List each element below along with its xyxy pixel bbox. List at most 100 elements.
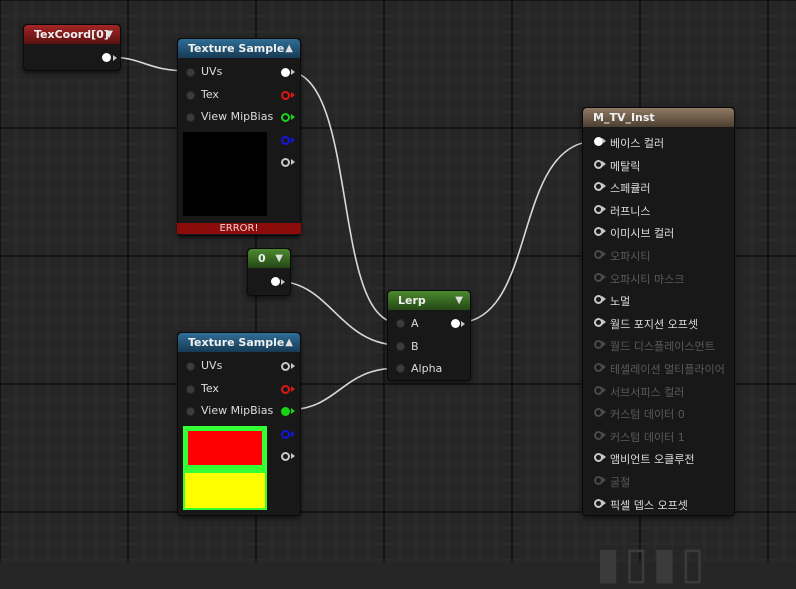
material-pin-label: 이미시브 컬러	[610, 227, 675, 241]
texcoord-node-title: TexCoord[0]	[34, 28, 109, 41]
texture-sample-2-mipbias-label: View MipBias	[201, 404, 274, 417]
lerp-b-pin[interactable]	[396, 342, 405, 351]
output-arrow-icon	[291, 137, 295, 143]
texture-sample-2-r-output-pin[interactable]	[281, 385, 290, 394]
texture-sample-2-uvs-pin[interactable]	[186, 362, 195, 371]
input-arrow-icon	[602, 318, 606, 325]
input-arrow-icon	[602, 273, 606, 280]
texcoord-node[interactable]: TexCoord[0] ▼	[23, 24, 121, 71]
output-arrow-icon	[291, 453, 295, 459]
texture-sample-1-preview	[183, 132, 267, 216]
material-pin-label: 앰비언트 오클루전	[610, 453, 695, 467]
texture-sample-2-tex-pin[interactable]	[186, 385, 195, 394]
input-arrow-icon	[602, 228, 606, 235]
material-node-header[interactable]: M_TV_Inst	[583, 108, 734, 127]
texture-sample-1-b-output-pin[interactable]	[281, 136, 290, 145]
texture-sample-1-mipbias-pin[interactable]	[186, 113, 195, 122]
constant-output-pin[interactable]	[271, 277, 280, 286]
triangle-up-icon[interactable]: ▲	[285, 39, 293, 58]
output-arrow-icon	[291, 408, 295, 414]
material-pin-label: 커스텀 데이터 0	[610, 408, 685, 422]
texture-sample-1-error-bar: ERROR!	[177, 223, 301, 234]
texture-sample-1-title: Texture Sample	[188, 42, 285, 55]
input-arrow-icon	[602, 499, 606, 506]
material-pin-label: 스페큘러	[610, 182, 651, 196]
texture-sample-1-tex-label: Tex	[201, 88, 219, 101]
constant-node-header[interactable]: 0 ▼	[248, 249, 290, 268]
output-arrow-icon	[291, 431, 295, 437]
material-pin-label: 커스텀 데이터 1	[610, 430, 685, 444]
texture-sample-1-g-output-pin[interactable]	[281, 113, 290, 122]
lerp-node-header[interactable]: Lerp ▼	[388, 291, 470, 310]
lerp-alpha-label: Alpha	[411, 362, 443, 375]
input-arrow-icon	[602, 296, 606, 303]
input-arrow-icon	[602, 454, 606, 461]
triangle-up-icon[interactable]: ▲	[285, 333, 293, 352]
texture-sample-1-r-output-pin[interactable]	[281, 91, 290, 100]
texture-sample-1-uvs-label: UVs	[201, 65, 223, 78]
texture-sample-1-tex-pin[interactable]	[186, 91, 195, 100]
input-arrow-icon	[602, 205, 606, 212]
texture-sample-1-rgb-output-pin[interactable]	[281, 68, 290, 77]
input-arrow-icon	[602, 138, 606, 144]
material-watermark: ▮▯▮▯	[596, 538, 709, 589]
lerp-alpha-pin[interactable]	[396, 364, 405, 373]
triangle-down-icon[interactable]: ▼	[455, 291, 463, 310]
triangle-down-icon[interactable]: ▼	[105, 25, 113, 44]
preview-yellow-region	[185, 473, 265, 508]
material-pin-label: 월드 디스플레이스먼트	[610, 340, 715, 354]
material-pin-label: 오파시티	[610, 250, 651, 263]
input-arrow-icon	[602, 364, 606, 370]
texture-sample-2-title: Texture Sample	[188, 336, 285, 349]
triangle-down-icon[interactable]: ▼	[275, 249, 283, 268]
texture-sample-1-a-output-pin[interactable]	[281, 158, 290, 167]
output-arrow-icon	[291, 363, 295, 369]
input-arrow-icon	[602, 477, 606, 483]
input-arrow-icon	[602, 183, 606, 190]
material-node[interactable]: M_TV_Inst 베이스 컬러 메탈릭 스페큘러 러프니스 이미시브 컬러 오파시티 오파…	[582, 107, 735, 516]
material-pin-label: 노멀	[610, 295, 631, 309]
output-arrow-icon	[281, 279, 285, 285]
texture-sample-1-header[interactable]: Texture Sample ▲	[178, 39, 300, 58]
texture-sample-2-a-output-pin[interactable]	[281, 452, 290, 461]
texture-sample-2-preview	[183, 426, 267, 510]
texture-sample-1-mipbias-label: View MipBias	[201, 110, 274, 123]
lerp-a-pin[interactable]	[396, 319, 405, 328]
constant-node[interactable]: 0 ▼	[247, 248, 291, 296]
lerp-a-label: A	[411, 317, 419, 330]
material-pin-label: 서브서피스 컬러	[610, 385, 685, 399]
output-arrow-icon	[113, 55, 117, 61]
input-arrow-icon	[602, 409, 606, 416]
lerp-node-title: Lerp	[398, 294, 426, 307]
output-arrow-icon	[291, 386, 295, 392]
texcoord-node-header[interactable]: TexCoord[0] ▼	[24, 25, 120, 44]
material-node-title: M_TV_Inst	[593, 111, 655, 124]
output-arrow-icon	[291, 114, 295, 120]
input-arrow-icon	[602, 431, 606, 438]
lerp-node[interactable]: Lerp ▼ A B Alpha	[387, 290, 471, 381]
material-pin-label: 메탈릭	[610, 159, 641, 173]
output-arrow-icon	[461, 321, 465, 327]
texture-sample-1-uvs-pin[interactable]	[186, 68, 195, 77]
texcoord-output-pin[interactable]	[102, 53, 111, 62]
input-arrow-icon	[602, 160, 606, 167]
texture-sample-2-uvs-label: UVs	[201, 359, 223, 372]
input-arrow-icon	[602, 341, 606, 348]
texture-sample-2-b-output-pin[interactable]	[281, 430, 290, 439]
texture-sample-node-1[interactable]: Texture Sample ▲ UVs Tex View MipBias ER…	[177, 38, 301, 236]
material-pin-label: 베이스 컬러	[610, 137, 665, 150]
texture-sample-2-mipbias-pin[interactable]	[186, 407, 195, 416]
output-arrow-icon	[291, 69, 295, 75]
material-pin-label: 픽셀 뎁스 오프셋	[610, 498, 688, 512]
output-arrow-icon	[291, 92, 295, 98]
input-arrow-icon	[602, 386, 606, 393]
texture-sample-node-2[interactable]: Texture Sample ▲ UVs Tex View MipBias	[177, 332, 301, 516]
texture-sample-2-g-output-pin[interactable]	[281, 407, 290, 416]
texture-sample-2-header[interactable]: Texture Sample ▲	[178, 333, 300, 352]
output-arrow-icon	[291, 159, 295, 165]
input-arrow-icon	[602, 251, 606, 257]
constant-node-title: 0	[258, 252, 266, 265]
material-pin-label: 러프니스	[610, 204, 651, 218]
texture-sample-2-rgb-output-pin[interactable]	[281, 362, 290, 371]
lerp-output-pin[interactable]	[451, 319, 460, 328]
